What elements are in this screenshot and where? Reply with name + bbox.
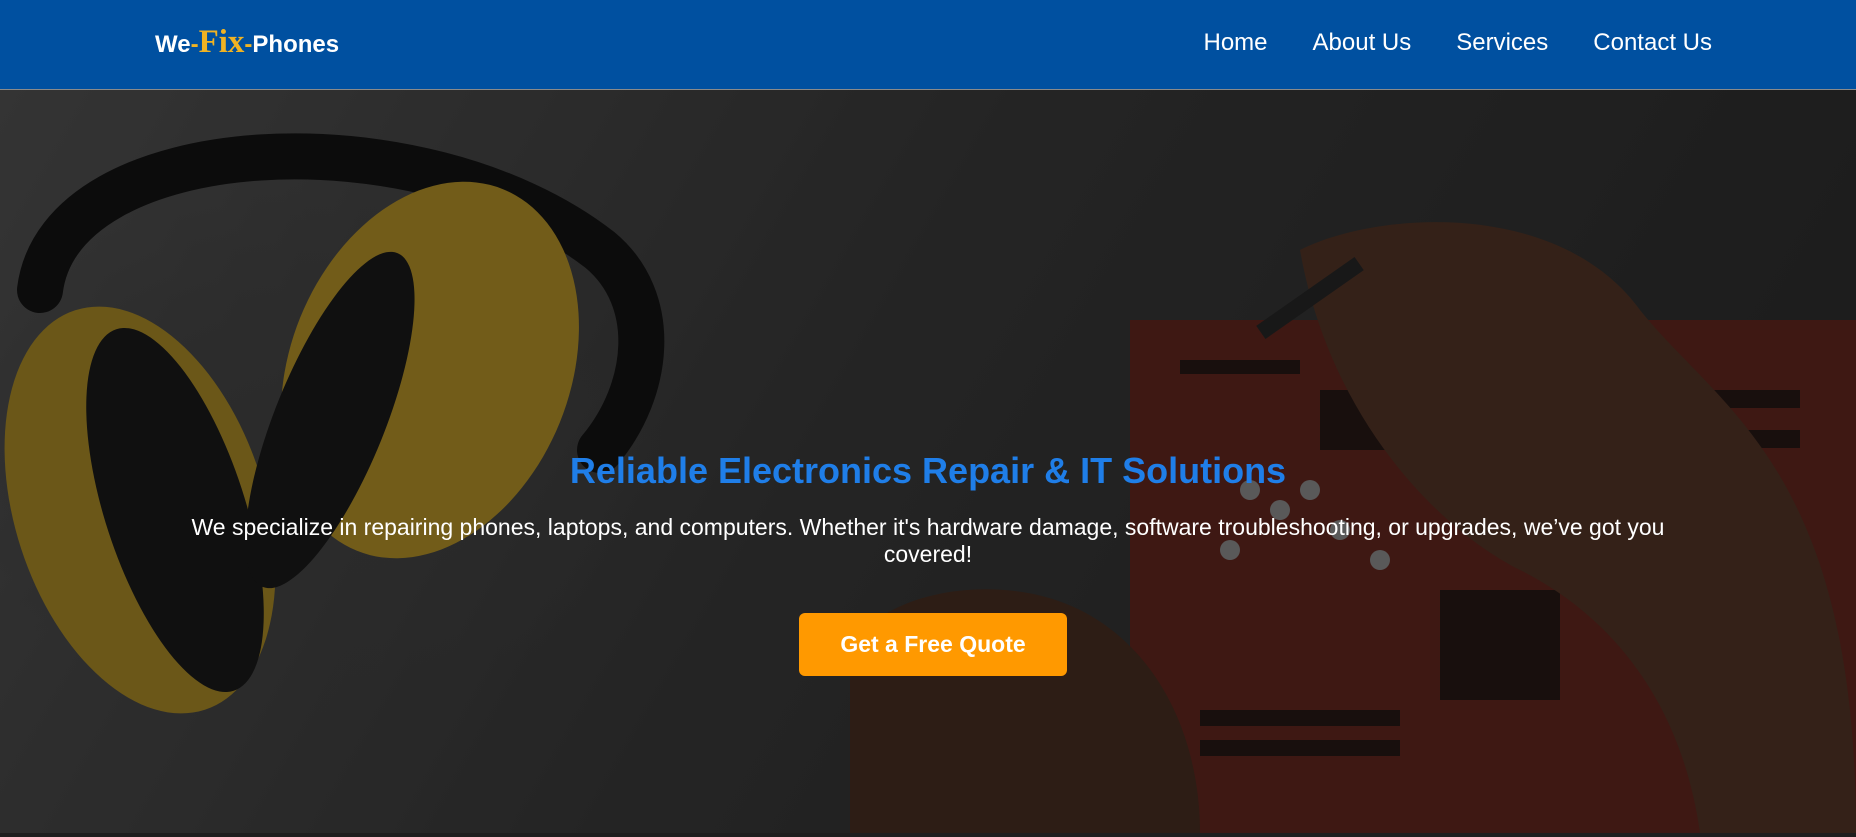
logo-text-phones: Phones (252, 31, 340, 58)
page-bottom-edge (0, 833, 1856, 837)
logo-dash: - (190, 31, 199, 58)
nav-link-home[interactable]: Home (1204, 29, 1268, 57)
get-free-quote-button[interactable]: Get a Free Quote (799, 613, 1067, 676)
main-nav: Home About Us Services Contact Us (1204, 29, 1713, 57)
logo-text-we: We (155, 31, 191, 58)
nav-link-about-us[interactable]: About Us (1313, 29, 1412, 57)
top-navbar: We-Fix-Phones Home About Us Services Con… (0, 0, 1856, 90)
nav-link-contact-us[interactable]: Contact Us (1593, 29, 1712, 57)
site-logo[interactable]: We-Fix-Phones (155, 24, 339, 61)
logo-text-fix: Fix (198, 24, 245, 60)
hero-title: Reliable Electronics Repair & IT Solutio… (569, 450, 1287, 491)
hero-description: We specialize in repairing phones, lapto… (191, 514, 1665, 567)
hero-section: Reliable Electronics Repair & IT Solutio… (0, 90, 1856, 833)
nav-link-services[interactable]: Services (1456, 29, 1548, 57)
